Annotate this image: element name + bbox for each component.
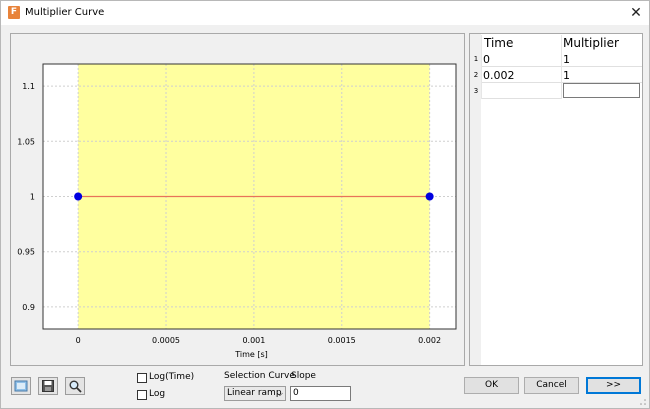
y-tick-label: 1.1	[22, 82, 35, 91]
zoom-button[interactable]	[65, 377, 85, 395]
image-button[interactable]	[11, 377, 31, 395]
window-title: Multiplier Curve	[25, 7, 105, 18]
cancel-button[interactable]: Cancel	[524, 377, 579, 394]
column-header-time[interactable]: Time	[484, 35, 560, 51]
save-icon	[42, 380, 54, 392]
y-tick-label: 0.9	[22, 303, 35, 312]
resize-grip-icon[interactable]	[639, 398, 647, 406]
table-cell-time[interactable]	[482, 84, 561, 99]
x-tick-label: 0.001	[242, 336, 265, 345]
y-tick-label: 1	[30, 193, 35, 202]
row-number: 2	[473, 71, 479, 79]
column-divider	[561, 35, 562, 99]
next-button[interactable]: >>	[586, 377, 641, 394]
selection-curve-dropdown[interactable]: Linear ramp ⌵	[224, 386, 286, 401]
table-cell-time[interactable]: 0	[482, 52, 561, 67]
table-cell-multiplier-editor[interactable]	[563, 83, 640, 98]
table-cell-multiplier[interactable]: 1	[562, 68, 642, 83]
y-tick-label: 0.95	[17, 248, 35, 257]
data-point[interactable]	[74, 192, 83, 201]
chevron-down-icon: ⌵	[276, 389, 283, 398]
save-button[interactable]	[38, 377, 58, 395]
data-point[interactable]	[425, 192, 434, 201]
close-button[interactable]: ✕	[625, 1, 647, 25]
log-label: Log	[149, 389, 166, 399]
selection-curve-value: Linear ramp	[227, 388, 282, 398]
column-header-multiplier[interactable]: Multiplier	[563, 35, 641, 51]
title-bar: F Multiplier Curve ✕	[1, 1, 649, 25]
table-cell-multiplier[interactable]: 1	[562, 52, 642, 67]
image-icon	[14, 380, 28, 392]
x-tick-label: 0.0015	[328, 336, 356, 345]
data-table[interactable]: Time Multiplier 1 0 1 2 0.002 1 3	[469, 33, 643, 366]
multiplier-chart[interactable]: 0.9 0.95 1 1.05 1.1 0 0.0005 0.001 0.0015 0.002 Ti…	[11, 34, 464, 365]
log-time-label: Log(Time)	[149, 372, 195, 382]
selection-curve-label: Selection Curve	[224, 371, 295, 381]
slope-input[interactable]: 0	[290, 386, 351, 401]
ok-button[interactable]: OK	[464, 377, 519, 394]
x-tick-label: 0.0005	[152, 336, 180, 345]
x-axis-label: Time [s]	[234, 350, 268, 359]
y-tick-label: 1.05	[17, 137, 35, 146]
row-number: 3	[473, 87, 479, 95]
slope-label: Slope	[291, 371, 316, 381]
x-tick-label: 0.002	[418, 336, 441, 345]
row-number: 1	[473, 55, 479, 63]
log-time-checkbox[interactable]	[137, 373, 147, 383]
zoom-icon	[69, 380, 82, 393]
app-logo-icon: F	[8, 6, 20, 19]
log-checkbox[interactable]	[137, 390, 147, 400]
multiplier-curve-dialog: F Multiplier Curve ✕ 0.9 0.95 1 1.05 1.1 0 0.0…	[0, 0, 650, 409]
chart-panel[interactable]: 0.9 0.95 1 1.05 1.1 0 0.0005 0.001 0.0015 0.002 Ti…	[10, 33, 465, 366]
x-tick-label: 0	[76, 336, 81, 345]
table-cell-time[interactable]: 0.002	[482, 68, 561, 83]
